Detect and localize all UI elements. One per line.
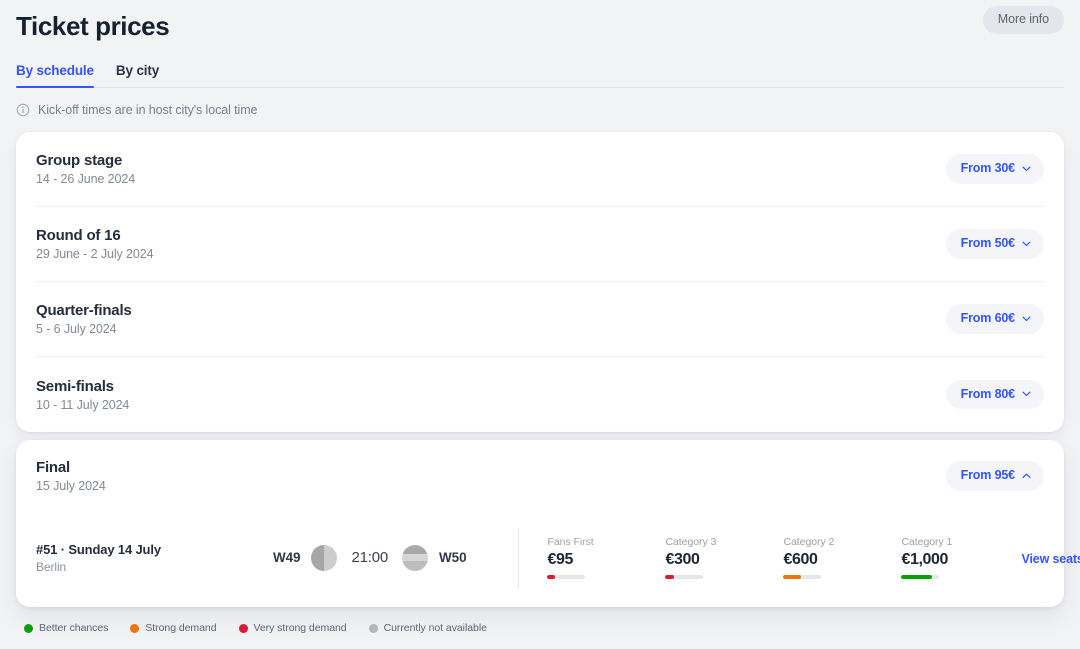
price-category-3[interactable]: Category 3 €300 (665, 536, 783, 579)
match-meta: #51 · Sunday 14 July Berlin (36, 542, 251, 574)
tab-by-schedule[interactable]: By schedule (16, 63, 94, 87)
ticket-prices-page: Ticket prices More info By schedule By c… (0, 0, 1080, 649)
legend-dot-icon (24, 624, 33, 633)
stage-price-label: From 95€ (961, 469, 1015, 482)
stage-dates: 14 - 26 June 2024 (36, 172, 135, 186)
category-price: €95 (547, 551, 665, 569)
stage-card-final-expanded: Final 15 July 2024 From 95€ #51 · Sunday… (16, 440, 1064, 607)
price-category-2[interactable]: Category 2 €600 (783, 536, 901, 579)
demand-indicator (783, 575, 821, 579)
chevron-down-icon (1022, 316, 1031, 322)
price-category-fans-first[interactable]: Fans First €95 (547, 536, 665, 579)
stage-price-label: From 60€ (961, 312, 1015, 325)
stage-info: Final 15 July 2024 (36, 459, 106, 493)
stage-name: Group stage (36, 152, 135, 169)
legend-item-better-chances: Better chances (24, 622, 108, 634)
category-price: €600 (783, 551, 901, 569)
chevron-down-icon (1022, 166, 1031, 172)
info-circle-icon (16, 103, 30, 117)
away-team-crest-icon (402, 545, 428, 571)
stage-row-quarter-finals[interactable]: Quarter-finals 5 - 6 July 2024 From 60€ (36, 282, 1044, 357)
stage-list: Group stage 14 - 26 June 2024 From 30€ R… (16, 132, 1064, 432)
match-title: #51 · Sunday 14 July (36, 542, 251, 557)
legend-dot-icon (239, 624, 248, 633)
demand-legend: Better chances Strong demand Very strong… (16, 611, 1064, 645)
stage-row-semi-finals[interactable]: Semi-finals 10 - 11 July 2024 From 80€ (36, 357, 1044, 432)
chevron-down-icon (1022, 241, 1031, 247)
legend-item-very-strong-demand: Very strong demand (239, 622, 347, 634)
category-label: Fans First (547, 536, 665, 548)
match-city: Berlin (36, 560, 251, 574)
stage-price-label: From 80€ (961, 388, 1015, 401)
legend-label: Strong demand (145, 622, 216, 634)
demand-fill (783, 575, 800, 579)
stage-name: Final (36, 459, 106, 476)
match-row[interactable]: #51 · Sunday 14 July Berlin W49 21:00 W5… (36, 512, 1044, 607)
tab-by-city[interactable]: By city (116, 63, 159, 87)
stage-name: Semi-finals (36, 378, 129, 395)
more-info-button[interactable]: More info (983, 6, 1064, 34)
stage-row-final[interactable]: Final 15 July 2024 From 95€ (36, 440, 1044, 512)
chevron-down-icon (1022, 391, 1031, 397)
stage-dates: 5 - 6 July 2024 (36, 322, 132, 336)
category-label: Category 3 (665, 536, 783, 548)
price-categories: Fans First €95 Category 3 €300 Category … (547, 536, 1080, 579)
section-divider (518, 528, 519, 588)
stage-price-toggle[interactable]: From 60€ (946, 304, 1044, 334)
category-label: Category 1 (901, 536, 1019, 548)
legend-label: Currently not available (384, 622, 487, 634)
stage-price-toggle[interactable]: From 95€ (946, 461, 1044, 491)
category-price: €1,000 (901, 551, 1019, 569)
home-team-code: W49 (273, 550, 300, 565)
kickoff-time: 21:00 (348, 549, 391, 566)
stage-info: Quarter-finals 5 - 6 July 2024 (36, 302, 132, 336)
stage-dates: 15 July 2024 (36, 479, 106, 493)
legend-dot-icon (130, 624, 139, 633)
demand-indicator (901, 575, 939, 579)
stage-price-toggle[interactable]: From 50€ (946, 229, 1044, 259)
demand-fill (547, 575, 555, 579)
category-label: Category 2 (783, 536, 901, 548)
home-team-crest-icon (311, 545, 337, 571)
view-seats-link[interactable]: View seats (1021, 552, 1080, 566)
stage-info: Round of 16 29 June - 2 July 2024 (36, 227, 153, 261)
stage-price-toggle[interactable]: From 30€ (946, 154, 1044, 184)
legend-item-not-available: Currently not available (369, 622, 487, 634)
price-category-1[interactable]: Category 1 €1,000 (901, 536, 1019, 579)
stage-info: Semi-finals 10 - 11 July 2024 (36, 378, 129, 412)
view-mode-tabs: By schedule By city (16, 54, 1064, 88)
stage-name: Quarter-finals (36, 302, 132, 319)
demand-indicator (665, 575, 703, 579)
stage-price-label: From 30€ (961, 162, 1015, 175)
stage-row-round-of-16[interactable]: Round of 16 29 June - 2 July 2024 From 5… (36, 207, 1044, 282)
kickoff-time-note: Kick-off times are in host city's local … (16, 88, 1064, 132)
stage-row-group-stage[interactable]: Group stage 14 - 26 June 2024 From 30€ (36, 132, 1044, 207)
stages-card: Group stage 14 - 26 June 2024 From 30€ R… (16, 132, 1064, 432)
stage-info: Group stage 14 - 26 June 2024 (36, 152, 135, 186)
fixture: W49 21:00 W50 (251, 545, 466, 571)
stage-price-toggle[interactable]: From 80€ (946, 380, 1044, 410)
stage-price-label: From 50€ (961, 237, 1015, 250)
demand-indicator (547, 575, 585, 579)
page-title: Ticket prices (16, 11, 169, 42)
demand-fill (665, 575, 673, 579)
legend-dot-icon (369, 624, 378, 633)
legend-label: Very strong demand (254, 622, 347, 634)
category-price: €300 (665, 551, 783, 569)
chevron-up-icon (1022, 473, 1031, 479)
stage-dates: 29 June - 2 July 2024 (36, 247, 153, 261)
legend-label: Better chances (39, 622, 108, 634)
page-header: Ticket prices More info (16, 0, 1064, 46)
kickoff-note-text: Kick-off times are in host city's local … (38, 103, 257, 117)
legend-item-strong-demand: Strong demand (130, 622, 216, 634)
away-team-code: W50 (439, 550, 466, 565)
demand-fill (901, 575, 931, 579)
stage-dates: 10 - 11 July 2024 (36, 398, 129, 412)
stage-name: Round of 16 (36, 227, 153, 244)
